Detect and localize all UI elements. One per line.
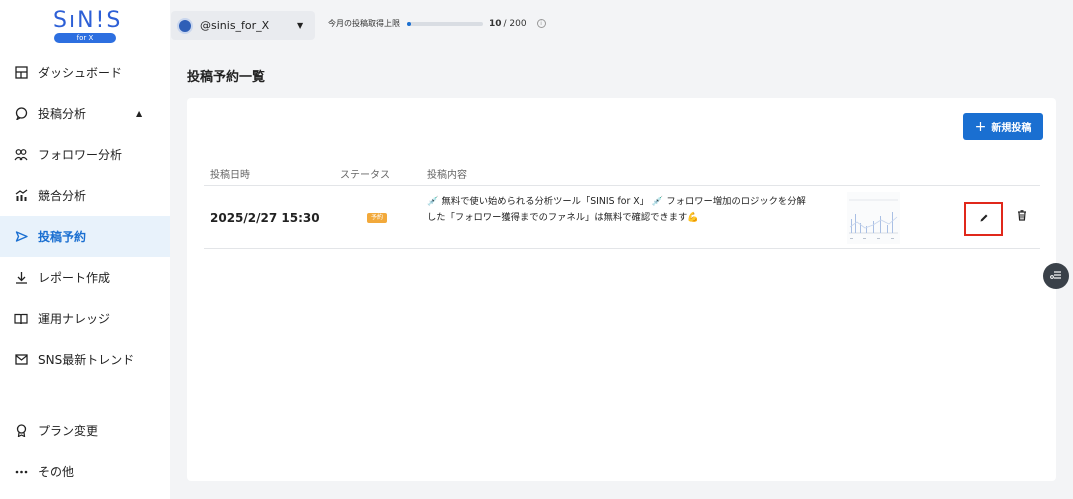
quota-progress-bar (407, 21, 483, 26)
sidebar-item-label: 投稿予約 (38, 230, 87, 244)
sidebar-item-label: SNS最新トレンド (38, 353, 135, 367)
status-badge: 予約 (367, 213, 387, 223)
post-content-line: した「フォロワー獲得までのファネル」は無料で確認できます💪 (427, 212, 699, 223)
book-icon (14, 312, 28, 326)
sidebar-item-label: レポート作成 (38, 271, 111, 285)
post-thumbnail (847, 192, 900, 244)
quota-used: 10 (489, 18, 502, 29)
account-name: @sinis_for_X (200, 19, 270, 32)
plus-icon: + (974, 118, 987, 135)
users-icon (14, 148, 28, 162)
logo[interactable]: SıN!S for X (53, 8, 123, 44)
download-icon (14, 271, 28, 285)
sidebar-item-follower-analysis[interactable]: フォロワー分析 (0, 134, 170, 175)
trash-icon (1017, 210, 1027, 224)
more-icon (14, 465, 28, 479)
sidebar-item-post-analysis[interactable]: 投稿分析 ▲ (0, 93, 170, 134)
header-date: 投稿日時 (210, 170, 250, 181)
chat-bubble-icon (14, 107, 28, 121)
quota-total: / 200 (503, 18, 527, 29)
post-datetime: 2025/2/27 15:30 (210, 211, 320, 225)
sidebar-item-plan-change[interactable]: プラン変更 (0, 410, 170, 451)
sidebar-item-competitor-analysis[interactable]: 競合分析 (0, 175, 170, 216)
avatar (177, 17, 193, 34)
chart-icon (14, 189, 28, 203)
mail-icon (14, 353, 28, 367)
sidebar-item-label: フォロワー分析 (38, 148, 123, 162)
table-header: 投稿日時 ステータス 投稿内容 (204, 160, 1040, 186)
sidebar-item-other[interactable]: その他 (0, 451, 170, 492)
post-content: 💉 無料で使い始められる分析ツール「SINIS for X」 💉 フォロワー増加… (427, 194, 845, 226)
header-status: ステータス (340, 170, 390, 181)
pencil-icon (979, 212, 989, 226)
account-selector[interactable]: @sinis_for_X ▼ (171, 11, 315, 40)
info-icon[interactable]: i (536, 19, 546, 28)
list-settings-icon (1050, 269, 1062, 283)
new-post-label: 新規投稿 (991, 123, 1032, 134)
logo-badge: for X (54, 33, 116, 43)
sidebar-item-post-schedule[interactable]: 投稿予約 (0, 216, 170, 257)
sidebar-item-sns-trend[interactable]: SNS最新トレンド (0, 339, 170, 380)
badge-icon (14, 424, 28, 438)
post-content-line: 💉 無料で使い始められる分析ツール「SINIS for X」 💉 フォロワー増加… (427, 196, 806, 207)
edit-button[interactable] (964, 202, 1003, 236)
sidebar-item-dashboard[interactable]: ダッシュボード (0, 52, 170, 93)
sidebar-item-label: ダッシュボード (38, 66, 123, 80)
quota-label: 今月の投稿取得上限 (328, 19, 400, 28)
sidebar-nav: ダッシュボード 投稿分析 ▲ フォロワー分析 競合分析 投稿予約 レポート作成 … (0, 52, 170, 380)
new-post-button[interactable]: + 新規投稿 (963, 113, 1043, 140)
quota-indicator: 今月の投稿取得上限 10 / 200 i (328, 18, 546, 29)
quota-progress-fill (407, 21, 411, 26)
page-title: 投稿予約一覧 (187, 70, 266, 85)
sidebar-item-label: 投稿分析 (38, 107, 87, 121)
sidebar-item-report[interactable]: レポート作成 (0, 257, 170, 298)
sidebar-item-label: その他 (38, 465, 75, 479)
sidebar: SıN!S for X ダッシュボード 投稿分析 ▲ フォロワー分析 競合分析 … (0, 0, 170, 499)
sidebar-item-label: プラン変更 (38, 424, 99, 438)
dashboard-icon (14, 66, 28, 80)
send-icon (14, 230, 28, 244)
sidebar-item-label: 競合分析 (38, 189, 87, 203)
table-row[interactable]: 2025/2/27 15:30 予約 💉 無料で使い始められる分析ツール「SIN… (204, 186, 1040, 249)
schedule-list-card: + 新規投稿 投稿日時 ステータス 投稿内容 2025/2/27 15:30 予… (187, 98, 1056, 481)
caret-up-icon[interactable]: ▲ (136, 109, 142, 118)
sidebar-item-knowledge[interactable]: 運用ナレッジ (0, 298, 170, 339)
sidebar-bottom-nav: プラン変更 その他 (0, 410, 170, 492)
sidebar-item-label: 運用ナレッジ (38, 312, 111, 326)
logo-text: SıN!S (53, 8, 123, 33)
floating-menu-button[interactable] (1043, 263, 1069, 289)
chevron-down-icon: ▼ (297, 21, 304, 30)
delete-button[interactable] (1014, 209, 1030, 225)
header-content: 投稿内容 (427, 170, 467, 181)
